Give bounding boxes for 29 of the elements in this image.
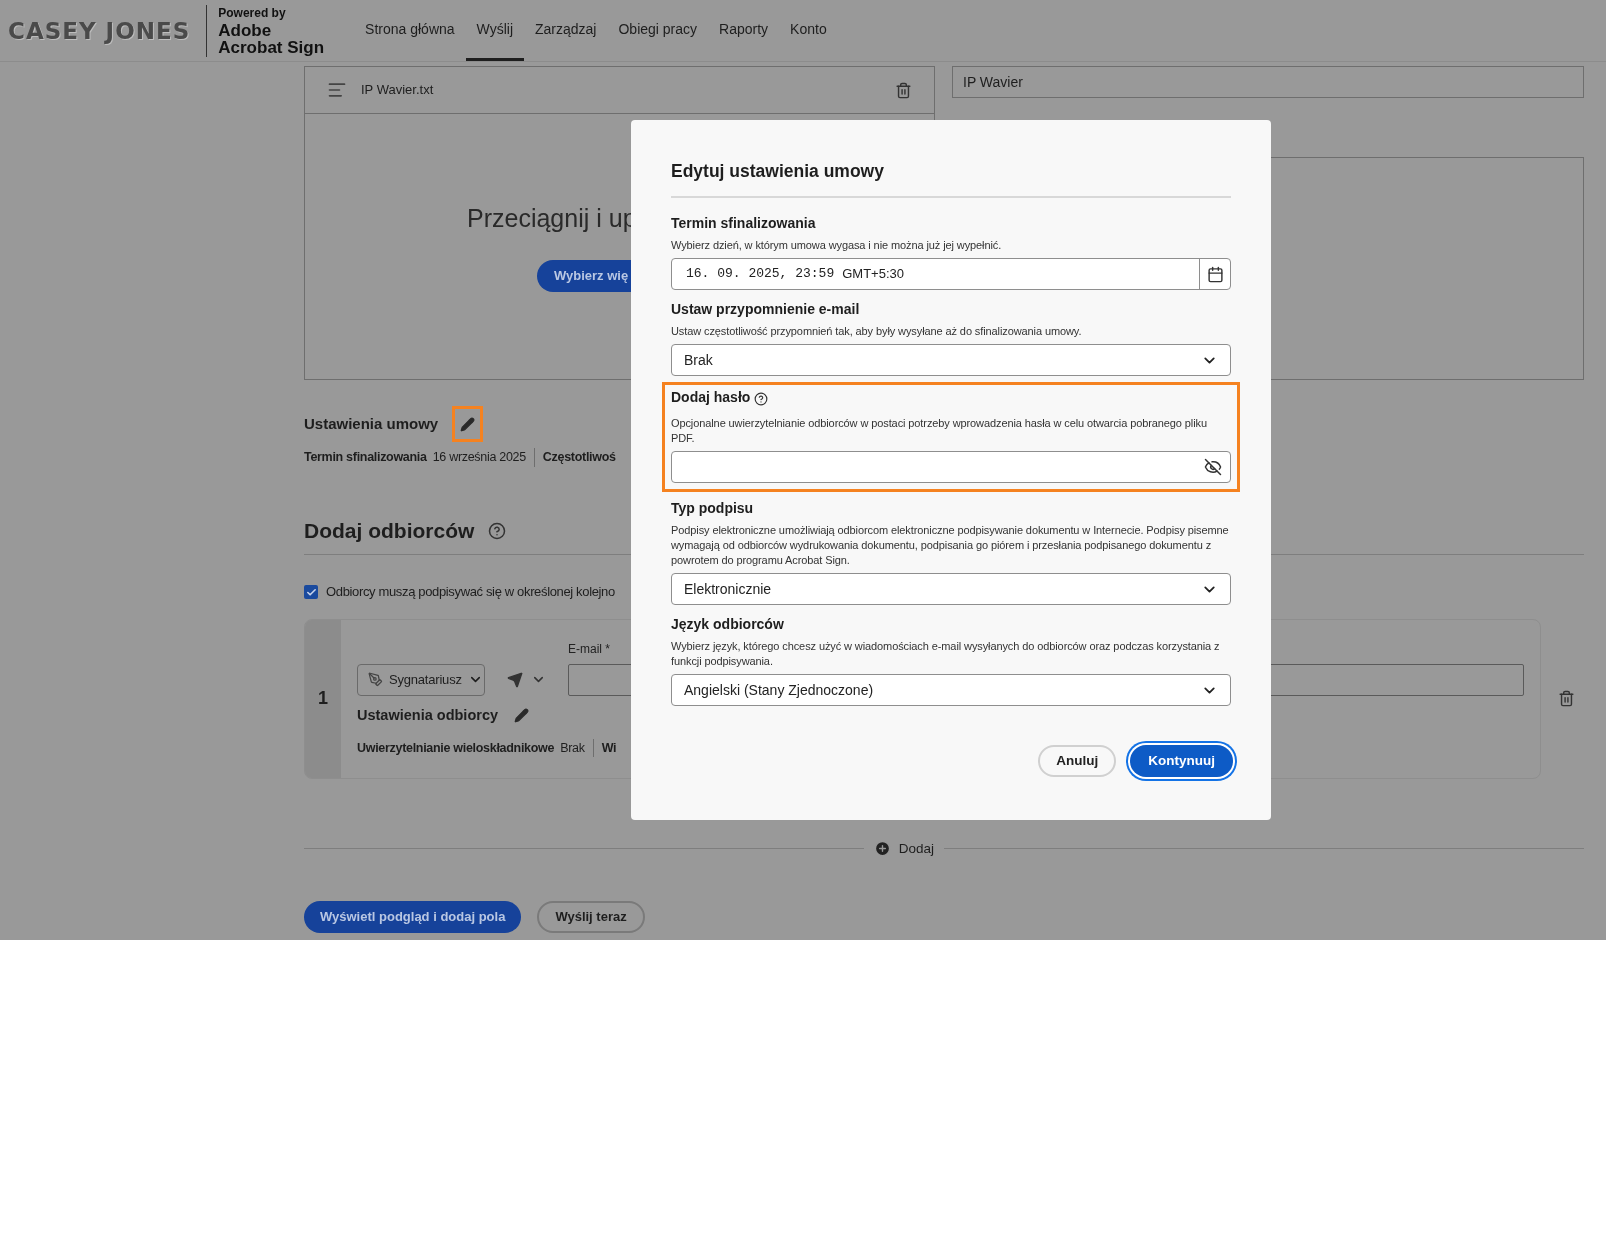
section-heading: Dodaj odbiorców bbox=[304, 517, 475, 544]
timezone-text: GMT+5:30 bbox=[842, 265, 904, 284]
section-hint: Wybierz język, którego chcesz użyć w wiadomościach e-mail wysyłanych do odbiorców oraz podczas korzystania z funkcji podpisywania. bbox=[671, 639, 1221, 669]
field-label: E-mail * bbox=[568, 640, 610, 658]
section-hint: Opcjonalne uwierzytelnianie odbiorców w postaci potrzeby wprowadzenia hasła w celu otwarcia pobranego pliku PDF. bbox=[671, 416, 1208, 446]
file-name: IP Wavier.txt bbox=[361, 81, 434, 100]
summary-value: Brak bbox=[560, 739, 585, 757]
summary-label: Uwierzytelnianie wieloskładnikowe bbox=[357, 739, 555, 757]
section-title: Ustaw przypomnienie e-mail bbox=[671, 300, 860, 319]
dialog-title: Edytuj ustawienia umowy bbox=[671, 160, 885, 182]
section-title: Dodaj hasło bbox=[671, 388, 751, 407]
date-value: 16. 09. 2025, 23:59 bbox=[686, 265, 835, 284]
summary-label: Wi bbox=[601, 739, 617, 757]
section-hint: Ustaw częstotliwość przypomnień tak, aby były wysyłane aż do sfinalizowania umowy. bbox=[671, 324, 1083, 339]
product-name: Acrobat Sign bbox=[218, 39, 325, 56]
recipient-number: 1 bbox=[318, 687, 328, 711]
product-name: Adobe bbox=[218, 22, 273, 39]
section-title: Typ podpisu bbox=[671, 499, 754, 518]
section-title: Termin sfinalizowania bbox=[671, 214, 816, 233]
summary-value: 16 września 2025 bbox=[432, 449, 526, 466]
summary-label: Termin sfinalizowania bbox=[304, 449, 427, 466]
section-title: Ustawienia umowy bbox=[304, 413, 439, 434]
section-hint: Wybierz dzień, w którym umowa wygasa i nie można już jej wypełnić. bbox=[671, 238, 1003, 253]
summary-label: Częstotliwoś bbox=[542, 449, 616, 466]
section-hint: Podpisy elektroniczne umożliwiają odbiorcom elektroniczne podpisywanie dokumentu w Internecie. Podpisy pisemne wymagają od odbiorców wydrukowania dokumentu, podpisania go piórem i przesłania podpisanego dokumentu z powrotem do programu Acrobat Sign. bbox=[671, 523, 1230, 568]
checkbox-label: Odbiorcy muszą podpisywać się w określonej kolejno bbox=[326, 583, 615, 602]
recipient-settings-title: Ustawienia odbiorcy bbox=[357, 705, 498, 725]
section-title: Język odbiorców bbox=[671, 615, 784, 634]
powered-by-text: Powered by bbox=[218, 5, 287, 22]
